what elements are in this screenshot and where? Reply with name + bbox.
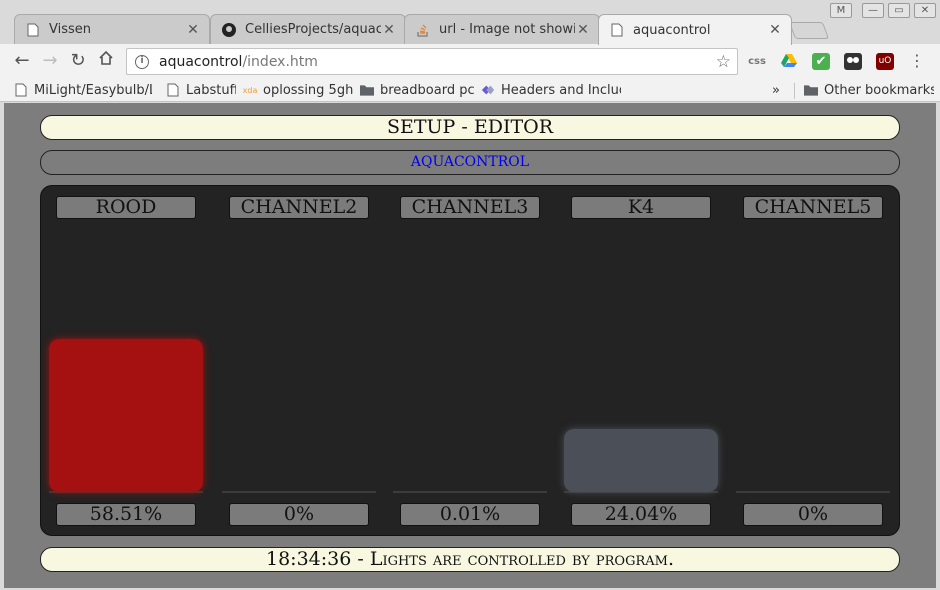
- channel-name-2[interactable]: CHANNEL2: [229, 196, 369, 219]
- tab-stackoverflow[interactable]: url - Image not showing ✕: [404, 14, 600, 44]
- bookmark-item[interactable]: Headers and Include: [481, 81, 621, 99]
- tampermonkey-icon[interactable]: [844, 53, 862, 70]
- bookmark-label: MiLight/Easybulb/Lin: [34, 82, 152, 98]
- url-path: /index.htm: [242, 53, 318, 70]
- home-button[interactable]: [95, 50, 117, 72]
- info-icon[interactable]: i: [135, 54, 149, 69]
- channel-level-bar: [564, 429, 718, 492]
- status-text: 18:34:36 - Lights are controlled by prog…: [266, 548, 674, 570]
- bookmark-star-icon[interactable]: ☆: [716, 52, 731, 72]
- tab-github[interactable]: CelliesProjects/aquacon ✕: [210, 14, 406, 44]
- github-icon: [221, 22, 237, 38]
- tab-title: aquacontrol: [633, 22, 711, 38]
- tab-title: CelliesProjects/aquacon: [245, 22, 381, 37]
- channel-percentage: 0%: [743, 503, 883, 526]
- channel-panel: ROOD 58.51% CHANNEL2 0% CHANNEL3 0.01% K4 24.04…: [40, 185, 900, 536]
- channel-name-3[interactable]: CHANNEL3: [400, 196, 540, 219]
- reload-icon: ↻: [70, 50, 86, 71]
- google-drive-icon[interactable]: [780, 53, 798, 70]
- maximize-button[interactable]: ▭: [888, 3, 910, 18]
- cplusplus-icon: [481, 83, 495, 97]
- folder-icon: [804, 83, 818, 97]
- new-tab-button[interactable]: [788, 22, 830, 39]
- bookmark-item[interactable]: Labstuff: [166, 81, 236, 99]
- more-vertical-icon: ⋮: [909, 51, 925, 70]
- arrow-left-icon: ←: [14, 50, 30, 71]
- close-icon[interactable]: ✕: [767, 22, 783, 38]
- user-profile-button[interactable]: M: [830, 3, 852, 18]
- xda-icon: xda: [243, 85, 258, 95]
- bookmark-item[interactable]: xda oplossing 5ghz: [243, 81, 353, 99]
- bookmark-item[interactable]: breadboard pcb: [360, 81, 475, 99]
- tab-aquacontrol[interactable]: aquacontrol ✕: [598, 14, 792, 45]
- close-icon[interactable]: ✕: [381, 22, 397, 38]
- close-icon[interactable]: ✕: [185, 22, 201, 38]
- channel-name-4[interactable]: K4: [571, 196, 711, 219]
- channel-percentage: 0.01%: [400, 503, 540, 526]
- home-icon: [98, 50, 114, 71]
- channel-percentage: 0%: [229, 503, 369, 526]
- channel-baseline: [393, 491, 547, 493]
- page-icon: [25, 22, 41, 38]
- channel-percentage: 58.51%: [56, 503, 196, 526]
- close-window-button[interactable]: ✕: [914, 3, 936, 18]
- bookmarks-bar: MiLight/Easybulb/Lin Labstuff xda oploss…: [0, 78, 940, 102]
- bookmark-label: oplossing 5ghz: [263, 82, 353, 98]
- channel-name-5[interactable]: CHANNEL5: [743, 196, 883, 219]
- other-bookmarks[interactable]: Other bookmarks: [804, 81, 934, 99]
- status-bar: 18:34:36 - Lights are controlled by prog…: [40, 547, 900, 572]
- aquacontrol-link[interactable]: AQUACONTROL: [40, 150, 900, 175]
- channel-baseline: [222, 491, 376, 493]
- forward-button[interactable]: →: [39, 50, 61, 72]
- channel-baseline: [736, 491, 890, 493]
- bookmark-label: Labstuff: [186, 82, 236, 98]
- url-host: aquacontrol: [159, 53, 243, 70]
- back-button[interactable]: ←: [11, 50, 33, 72]
- bookmark-label: Headers and Include: [501, 82, 621, 98]
- browser-toolbar: ← → ↻ i aquacontrol/index.htm ☆ css ✔ uO…: [0, 44, 940, 78]
- channel-name-1[interactable]: ROOD: [56, 196, 196, 219]
- page-icon: [609, 22, 625, 38]
- setup-editor-link[interactable]: SETUP - EDITOR: [40, 115, 900, 140]
- bookmarks-overflow-button[interactable]: »: [772, 81, 786, 99]
- page-icon: [166, 83, 180, 97]
- close-icon[interactable]: ✕: [575, 22, 591, 38]
- menu-button[interactable]: ⋮: [906, 50, 928, 72]
- css-extension-icon[interactable]: css: [748, 53, 766, 70]
- bookmark-label: breadboard pcb: [380, 82, 475, 98]
- stackoverflow-icon: [415, 22, 431, 38]
- folder-icon: [360, 83, 374, 97]
- address-bar[interactable]: i aquacontrol/index.htm ☆: [126, 48, 738, 75]
- checkmark-extension-icon[interactable]: ✔: [812, 53, 830, 70]
- bookmark-item[interactable]: MiLight/Easybulb/Lin: [14, 81, 152, 99]
- tab-title: url - Image not showing: [439, 22, 575, 37]
- reload-button[interactable]: ↻: [67, 50, 89, 72]
- bookmark-label: Other bookmarks: [824, 82, 934, 98]
- ublock-icon[interactable]: uO: [876, 53, 894, 70]
- tab-title: Vissen: [49, 22, 92, 37]
- bookmarks-divider: [794, 83, 795, 99]
- channel-percentage: 24.04%: [571, 503, 711, 526]
- page-content: SETUP - EDITOR AQUACONTROL ROOD 58.51% CHA…: [4, 103, 936, 588]
- minimize-button[interactable]: —: [862, 3, 884, 18]
- page-icon: [14, 83, 28, 97]
- tab-vissen[interactable]: Vissen ✕: [14, 14, 210, 44]
- tab-strip: Vissen ✕ CelliesProjects/aquacon ✕ url -…: [0, 0, 940, 45]
- arrow-right-icon: →: [42, 50, 58, 71]
- channel-level-bar: [49, 339, 203, 492]
